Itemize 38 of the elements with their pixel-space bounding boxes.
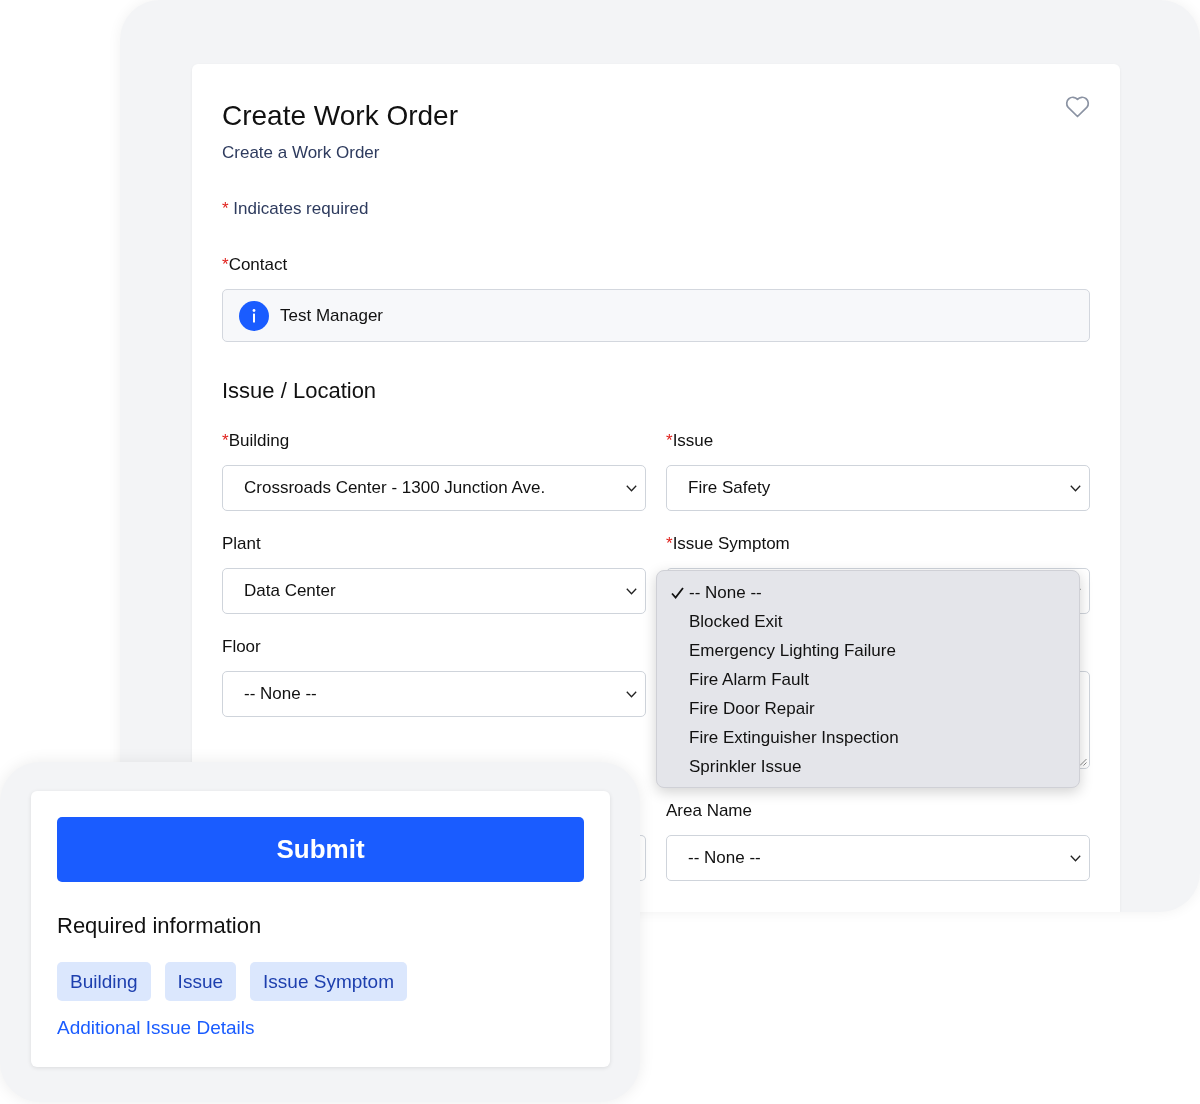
chevron-down-icon — [1070, 854, 1081, 862]
page-subtitle: Create a Work Order — [222, 142, 380, 164]
required-tag[interactable]: Issue Symptom — [250, 962, 407, 1001]
menu-option[interactable]: Fire Alarm Fault — [657, 665, 1079, 694]
menu-option[interactable]: Sprinkler Issue — [657, 752, 1079, 781]
menu-option[interactable]: Fire Door Repair — [657, 694, 1079, 723]
menu-option[interactable]: Fire Extinguisher Inspection — [657, 723, 1079, 752]
required-note: * Indicates required — [222, 198, 369, 220]
field-label: *Building — [222, 431, 290, 451]
details-link[interactable]: Additional Issue Details — [57, 1016, 255, 1040]
select-field[interactable]: Data Center — [222, 568, 646, 614]
contact-field[interactable]: Test Manager — [222, 289, 1090, 342]
info-icon — [239, 300, 269, 331]
field-label: *Issue Symptom — [666, 534, 790, 554]
section-title: Issue / Location — [222, 377, 377, 405]
heart-icon[interactable] — [1065, 96, 1090, 118]
field-label: Plant — [222, 534, 261, 554]
menu-option[interactable]: Emergency Lighting Failure — [657, 636, 1079, 665]
summary-heading: Required information — [57, 912, 262, 940]
menu-option[interactable]: Blocked Exit — [657, 607, 1079, 636]
menu-option[interactable]: -- None -- — [657, 578, 1079, 607]
chevron-down-icon — [1070, 484, 1081, 492]
chevron-down-icon — [626, 587, 637, 595]
resize-grip-icon[interactable] — [1079, 758, 1087, 766]
required-tag[interactable]: Building — [57, 962, 151, 1001]
chevron-down-icon — [626, 690, 637, 698]
page-title: Create Work Order — [222, 99, 458, 133]
select-field[interactable]: -- None -- — [666, 835, 1090, 881]
field-label: Area Name — [666, 801, 752, 821]
select-field[interactable]: -- None -- — [222, 671, 646, 717]
required-tag[interactable]: Issue — [164, 962, 237, 1001]
select-field[interactable]: Fire Safety — [666, 465, 1090, 511]
submit-button[interactable]: Submit — [57, 817, 584, 882]
chevron-down-icon — [626, 484, 637, 492]
field-label: *Contact — [222, 255, 288, 275]
field-label: Floor — [222, 637, 261, 657]
field-label: *Issue — [666, 431, 714, 451]
select-field[interactable]: Crossroads Center - 1300 Junction Ave. — [222, 465, 646, 511]
